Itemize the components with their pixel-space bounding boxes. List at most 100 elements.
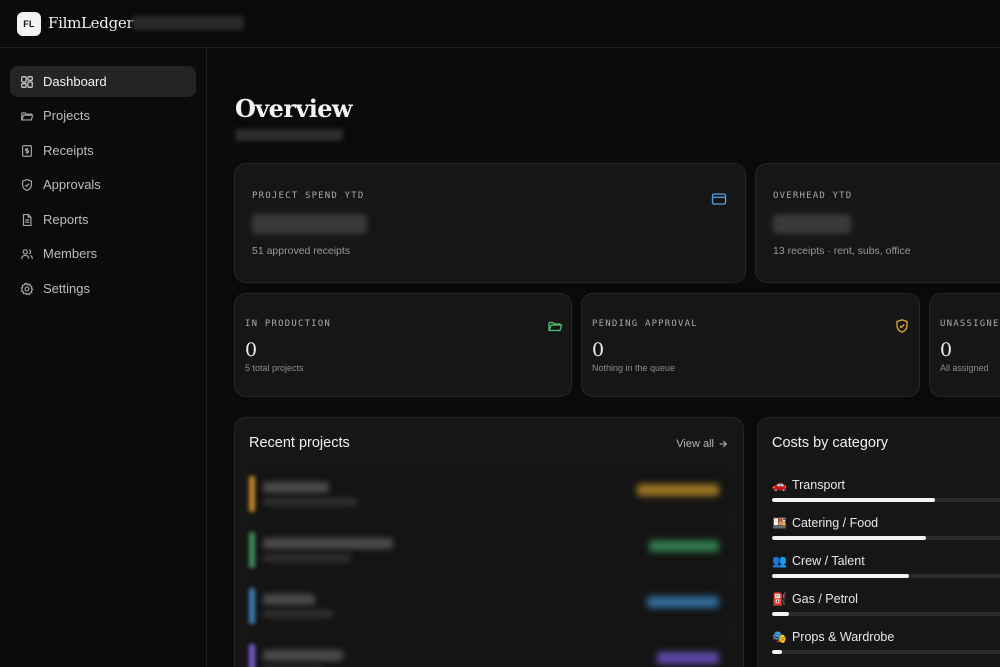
redacted-amount xyxy=(252,214,367,234)
project-accent xyxy=(249,476,255,512)
redacted-project-meta xyxy=(263,498,358,506)
pending-approval-card[interactable]: PENDING APPROVAL 0 Nothing in the queue xyxy=(581,293,920,397)
redacted-project-name xyxy=(263,538,393,549)
folder-icon xyxy=(547,318,563,334)
in-production-card[interactable]: IN PRODUCTION 0 5 total projects xyxy=(234,293,572,397)
category-label: Gas / Petrol xyxy=(791,592,858,606)
sidebar-item-label: Projects xyxy=(43,108,90,123)
project-accent xyxy=(249,644,255,667)
receipt-icon xyxy=(20,144,34,158)
sidebar-item-reports[interactable]: Reports xyxy=(10,204,196,235)
main-content: Overview PROJECT SPEND YTD 51 approved r… xyxy=(207,48,1000,667)
project-row[interactable] xyxy=(247,526,729,574)
car-icon: 🚗 xyxy=(772,478,787,492)
redacted-amount xyxy=(773,214,851,234)
category-row-props: 🎭 Props & Wardrobe xyxy=(772,630,1000,666)
top-bar: FL FilmLedger xyxy=(0,0,1000,48)
card-kicker: IN PRODUCTION xyxy=(245,319,332,329)
stat-value: 0 xyxy=(245,339,258,361)
stat-value: 0 xyxy=(940,339,953,361)
category-row-catering: 🍱 Catering / Food xyxy=(772,516,1000,552)
category-bar-fill xyxy=(772,498,936,502)
category-row-gas: ⛽ Gas / Petrol xyxy=(772,592,1000,628)
costs-by-category-panel: Costs by category 🚗 Transport 🍱 Catering /… xyxy=(757,417,1000,667)
view-all-link[interactable]: View all xyxy=(676,438,728,450)
dashboard-icon xyxy=(20,75,34,89)
project-row[interactable] xyxy=(247,470,729,518)
redacted-project-amount xyxy=(657,652,719,664)
category-label: Crew / Talent xyxy=(791,554,865,568)
category-label: Props & Wardrobe xyxy=(791,630,895,644)
redacted-project-meta xyxy=(263,610,333,618)
sidebar: Dashboard Projects Receipts Approvals Re… xyxy=(0,48,207,667)
gear-icon xyxy=(20,281,34,296)
folder-icon xyxy=(20,109,34,123)
panel-title: Recent projects xyxy=(249,435,350,451)
redacted-project-name xyxy=(263,594,315,605)
users-icon xyxy=(20,247,34,261)
category-bar-fill xyxy=(772,650,782,654)
project-row[interactable] xyxy=(247,582,729,630)
panel-title: Costs by category xyxy=(772,435,889,451)
category-bar-track xyxy=(772,536,1000,540)
sidebar-item-label: Members xyxy=(43,246,98,261)
app-logo[interactable]: FL xyxy=(17,12,41,36)
shield-check-icon xyxy=(20,178,34,192)
sidebar-item-label: Settings xyxy=(43,281,90,296)
category-bar-track xyxy=(772,574,1000,578)
stat-subtext: Nothing in the queue xyxy=(592,363,676,373)
overhead-card[interactable]: OVERHEAD YTD 13 receipts · rent, subs, o… xyxy=(755,163,1000,283)
sidebar-item-receipts[interactable]: Receipts xyxy=(10,135,196,166)
category-bar-track xyxy=(772,612,1000,616)
redacted-project-meta xyxy=(263,554,351,562)
project-accent xyxy=(249,532,255,568)
card-kicker: PROJECT SPEND YTD xyxy=(252,191,365,201)
category-bar-fill xyxy=(772,536,926,540)
sidebar-item-approvals[interactable]: Approvals xyxy=(10,169,196,200)
card-subtext: 51 approved receipts xyxy=(252,245,351,257)
theater-masks-icon: 🎭 xyxy=(772,630,787,644)
category-bar-track xyxy=(772,498,1000,502)
arrow-right-icon xyxy=(719,440,728,448)
view-all-label: View all xyxy=(676,438,714,450)
sidebar-item-label: Receipts xyxy=(43,143,94,158)
category-row-transport: 🚗 Transport xyxy=(772,478,1000,514)
unassigned-card[interactable]: UNASSIGNED 0 All assigned xyxy=(929,293,1000,397)
redacted-workspace-label xyxy=(132,16,244,30)
redacted-project-name xyxy=(263,650,343,661)
sidebar-item-dashboard[interactable]: Dashboard xyxy=(10,66,196,97)
redacted-project-amount xyxy=(649,540,719,552)
people-icon: 👥 xyxy=(772,554,787,568)
sidebar-item-members[interactable]: Members xyxy=(10,238,196,269)
sidebar-item-label: Reports xyxy=(43,212,89,227)
card-kicker: UNASSIGNED xyxy=(940,319,1000,329)
stat-subtext: All assigned xyxy=(940,363,989,373)
redacted-project-amount xyxy=(647,596,719,608)
redacted-project-name xyxy=(263,482,329,493)
category-row-crew: 👥 Crew / Talent xyxy=(772,554,1000,590)
project-row[interactable] xyxy=(247,638,729,667)
category-bar-track xyxy=(772,650,1000,654)
card-kicker: PENDING APPROVAL xyxy=(592,319,698,329)
sidebar-item-label: Dashboard xyxy=(43,74,107,89)
redacted-project-amount xyxy=(637,484,719,496)
category-bar-fill xyxy=(772,574,909,578)
sidebar-item-settings[interactable]: Settings xyxy=(10,273,196,304)
fuel-pump-icon: ⛽ xyxy=(772,592,787,606)
document-icon xyxy=(20,213,34,227)
category-label: Catering / Food xyxy=(791,516,879,530)
card-kicker: OVERHEAD YTD xyxy=(773,191,853,201)
stat-value: 0 xyxy=(592,339,605,361)
stat-subtext: 5 total projects xyxy=(245,363,304,373)
credit-card-icon xyxy=(711,191,727,207)
sidebar-item-projects[interactable]: Projects xyxy=(10,100,196,131)
redacted-date xyxy=(235,129,343,141)
category-label: Transport xyxy=(791,478,845,492)
recent-projects-panel: Recent projects View all xyxy=(234,417,744,667)
project-spend-card[interactable]: PROJECT SPEND YTD 51 approved receipts xyxy=(234,163,746,283)
brand-name[interactable]: FilmLedger xyxy=(48,14,134,32)
bento-icon: 🍱 xyxy=(772,516,787,530)
project-accent xyxy=(249,588,255,624)
shield-check-icon xyxy=(894,318,910,334)
sidebar-item-label: Approvals xyxy=(43,177,101,192)
